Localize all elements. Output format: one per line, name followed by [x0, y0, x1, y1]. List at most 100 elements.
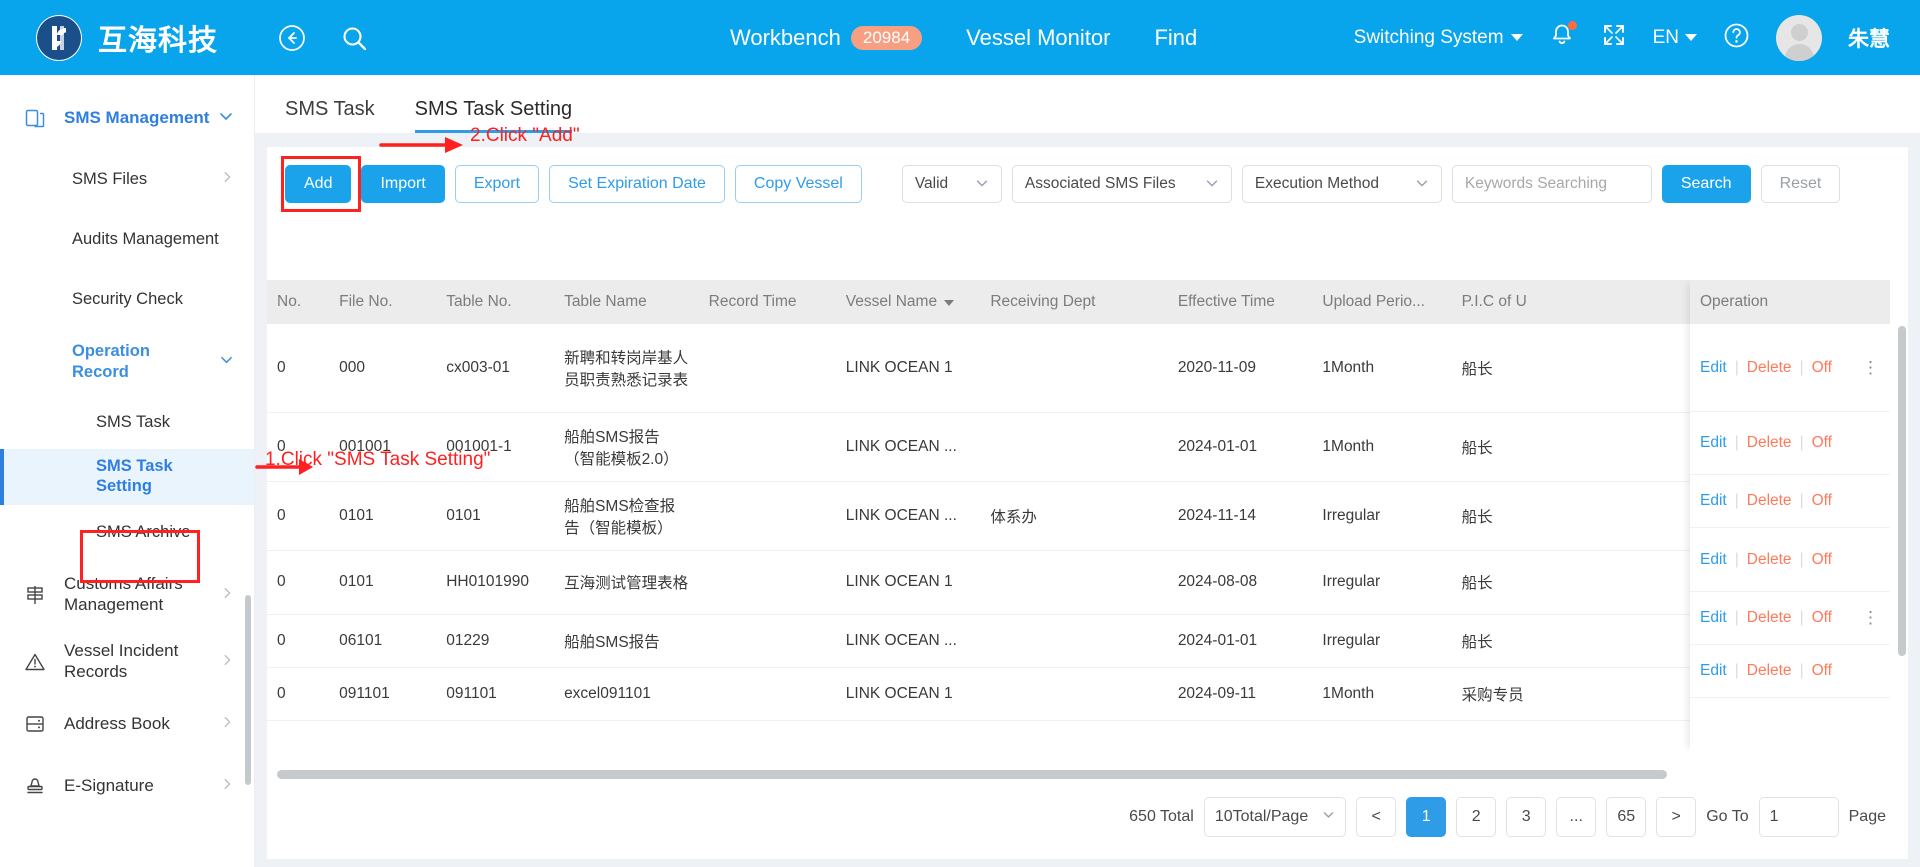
prev-page-button[interactable]: <: [1356, 797, 1397, 837]
table-row[interactable]: 0 001001 001001-1 船舶SMS报告（智能模板2.0） LINK …: [267, 412, 1757, 482]
separator: |: [1799, 662, 1804, 679]
execution-method-select[interactable]: Execution Method: [1241, 165, 1442, 203]
back-arrow-icon[interactable]: [278, 24, 306, 52]
nav-item-workbench[interactable]: Workbench 20984: [730, 25, 923, 51]
more-actions-icon[interactable]: ⋮: [1862, 358, 1880, 378]
edit-link[interactable]: Edit: [1700, 359, 1727, 377]
export-button[interactable]: Export: [454, 165, 540, 203]
associated-sms-files-select[interactable]: Associated SMS Files: [1011, 165, 1232, 203]
switching-system-dropdown[interactable]: Switching System: [1354, 27, 1523, 49]
page-size-select[interactable]: 10Total/Page: [1203, 797, 1347, 837]
edit-link[interactable]: Edit: [1700, 609, 1727, 627]
sidebar-group-customs-affairs-management[interactable]: Customs Affairs Management: [0, 559, 254, 631]
avatar[interactable]: [1776, 14, 1822, 61]
delete-link[interactable]: Delete: [1747, 662, 1792, 680]
sidebar-item-sms-files[interactable]: SMS Files: [0, 149, 254, 209]
off-link[interactable]: Off: [1812, 359, 1832, 377]
sidebar-group-address-book[interactable]: Address Book: [0, 693, 254, 755]
table-row[interactable]: 0 091101 091101 excel091101 LINK OCEAN 1…: [267, 667, 1757, 721]
sidebar-item-sms-task-setting[interactable]: SMS Task Setting: [0, 449, 254, 505]
sidebar-group-e-signature[interactable]: E-Signature: [0, 755, 254, 817]
table-row[interactable]: 0 06101 01229 船舶SMS报告 LINK OCEAN ... 202…: [267, 614, 1757, 668]
table-header-row: No. File No. Table No. Table Name Record…: [267, 280, 1757, 324]
delete-link[interactable]: Delete: [1747, 551, 1792, 569]
sidebar-item-sms-archive[interactable]: SMS Archive: [0, 505, 254, 559]
switching-system-label: Switching System: [1353, 26, 1504, 48]
col-header-upload-period[interactable]: Upload Perio...: [1312, 280, 1452, 324]
sidebar-item-audits-management[interactable]: Audits Management: [0, 209, 254, 269]
set-expiration-date-button[interactable]: Set Expiration Date: [549, 165, 725, 203]
col-header-record-time[interactable]: Record Time: [698, 280, 836, 324]
nav-label: Find: [1154, 24, 1198, 50]
cell-table-no: 0101: [436, 481, 555, 551]
sidebar-group-vessel-incident-records[interactable]: Vessel Incident Records: [0, 631, 254, 693]
separator: |: [1799, 358, 1804, 376]
add-button[interactable]: Add: [285, 165, 352, 203]
separator: |: [1734, 662, 1739, 679]
table-horizontal-scrollbar[interactable]: [277, 770, 1667, 779]
cell-record-time: [698, 550, 836, 615]
col-header-effective-time[interactable]: Effective Time: [1167, 280, 1313, 324]
col-header-table-name[interactable]: Table Name: [554, 280, 699, 324]
search-button[interactable]: Search: [1661, 165, 1751, 203]
import-button[interactable]: Import: [361, 165, 445, 203]
language-selector[interactable]: EN: [1653, 27, 1697, 49]
delete-link[interactable]: Delete: [1747, 359, 1792, 377]
col-header-receiving-dept[interactable]: Receiving Dept: [980, 280, 1168, 324]
col-header-vessel-name[interactable]: Vessel Name: [835, 280, 981, 324]
separator: |: [1799, 550, 1804, 568]
table-row[interactable]: 0 0101 HH0101990 互海测试管理表格 LINK OCEAN 1 2…: [267, 550, 1757, 615]
off-link[interactable]: Off: [1812, 492, 1832, 510]
tab-sms-task[interactable]: SMS Task: [285, 98, 375, 133]
cell-no: 0: [267, 550, 330, 615]
nav-item-find[interactable]: Find: [1154, 25, 1197, 51]
fullscreen-icon[interactable]: [1601, 22, 1627, 53]
off-link[interactable]: Off: [1812, 434, 1832, 452]
page-button-3[interactable]: 3: [1506, 797, 1547, 837]
col-header-file-no[interactable]: File No.: [329, 280, 437, 324]
search-input[interactable]: Keywords Searching: [1451, 165, 1652, 203]
valid-filter-select[interactable]: Valid: [901, 165, 1002, 203]
nav-item-vessel-monitor[interactable]: Vessel Monitor: [966, 25, 1110, 51]
edit-link[interactable]: Edit: [1700, 551, 1727, 569]
table-row[interactable]: 0 000 cx003-01 新聘和转岗岸基人员职责熟悉记录表 LINK OCE…: [267, 324, 1757, 413]
off-link[interactable]: Off: [1812, 609, 1832, 627]
cell-no: 0: [267, 667, 330, 721]
search-icon[interactable]: [340, 24, 368, 52]
page-ellipsis[interactable]: ...: [1556, 797, 1597, 837]
notification-dot-icon: [1567, 21, 1577, 30]
delete-link[interactable]: Delete: [1747, 434, 1792, 452]
operation-cell: Edit | Delete | Off: [1690, 528, 1890, 592]
sidebar-item-operation-record[interactable]: Operation Record: [0, 329, 254, 395]
chevron-down-icon: [1685, 34, 1697, 41]
table-vertical-scrollbar[interactable]: [1898, 326, 1906, 656]
delete-link[interactable]: Delete: [1747, 492, 1792, 510]
cell-no: 0: [267, 481, 330, 551]
page-button-2[interactable]: 2: [1456, 797, 1497, 837]
table-row[interactable]: 0 0101 0101 船舶SMS检查报告（智能模板） LINK OCEAN .…: [267, 481, 1757, 551]
page-button-1[interactable]: 1: [1406, 797, 1447, 837]
delete-link[interactable]: Delete: [1747, 609, 1792, 627]
sidebar-item-security-check[interactable]: Security Check: [0, 269, 254, 329]
reset-button[interactable]: Reset: [1760, 165, 1841, 203]
sidebar-scrollbar[interactable]: [245, 595, 251, 785]
col-header-table-no[interactable]: Table No.: [436, 280, 555, 324]
off-link[interactable]: Off: [1812, 551, 1832, 569]
next-page-button[interactable]: >: [1656, 797, 1697, 837]
help-circle-icon[interactable]: [1723, 22, 1750, 54]
edit-link[interactable]: Edit: [1700, 492, 1727, 510]
more-actions-icon[interactable]: ⋮: [1862, 608, 1880, 628]
sidebar-item-sms-task[interactable]: SMS Task: [0, 395, 254, 449]
sidebar-group-sms-management[interactable]: SMS Management: [0, 87, 254, 149]
sort-caret-icon[interactable]: [944, 300, 955, 306]
nav-label: Vessel Monitor: [966, 24, 1111, 50]
edit-link[interactable]: Edit: [1700, 662, 1727, 680]
goto-page-input[interactable]: 1: [1758, 797, 1839, 837]
col-header-pic-of-upload[interactable]: P.I.C of U: [1451, 280, 1554, 324]
col-header-no[interactable]: No.: [267, 280, 330, 324]
off-link[interactable]: Off: [1812, 662, 1832, 680]
notification-bell-button[interactable]: [1549, 21, 1577, 53]
edit-link[interactable]: Edit: [1700, 434, 1727, 452]
page-button-65[interactable]: 65: [1606, 797, 1647, 837]
copy-vessel-button[interactable]: Copy Vessel: [734, 165, 862, 203]
